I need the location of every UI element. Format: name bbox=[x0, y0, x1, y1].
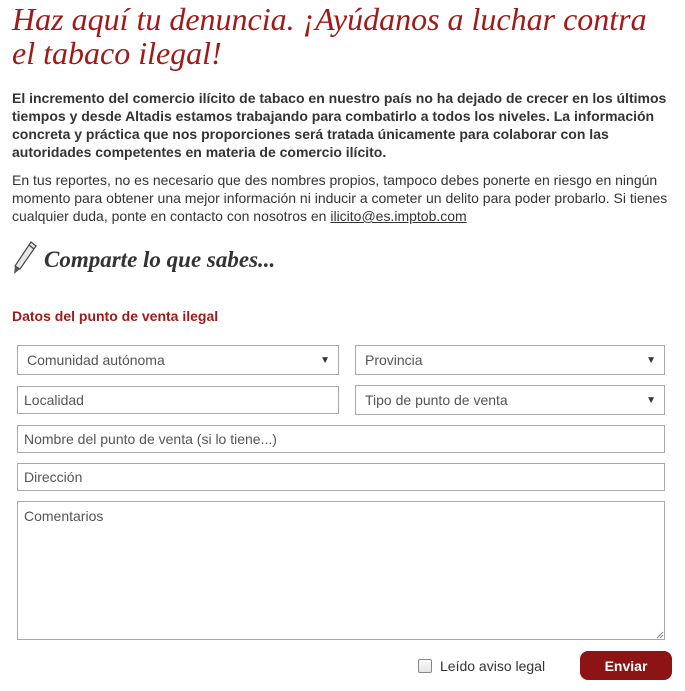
localidad-input[interactable] bbox=[17, 386, 339, 414]
section-title: Datos del punto de venta ilegal bbox=[12, 308, 219, 324]
resize-grip-icon[interactable] bbox=[656, 631, 664, 639]
tipo-select-value: Tipo de punto de venta bbox=[365, 392, 508, 408]
share-heading: Comparte lo que sabes... bbox=[12, 240, 275, 280]
page-title: Haz aquí tu denuncia. ¡Ayúdanos a luchar… bbox=[12, 1, 647, 71]
nombre-punto-venta-input[interactable] bbox=[17, 425, 665, 453]
pencil-icon bbox=[12, 240, 38, 281]
comentarios-textarea[interactable] bbox=[17, 501, 665, 640]
comunidad-select-value: Comunidad autónoma bbox=[27, 352, 165, 368]
legal-notice-row[interactable]: Leído aviso legal bbox=[418, 657, 545, 675]
legal-label: Leído aviso legal bbox=[440, 658, 546, 674]
direccion-input[interactable] bbox=[17, 463, 665, 491]
intro-paragraph: En tus reportes, no es necesario que des… bbox=[12, 171, 680, 225]
chevron-down-icon: ▼ bbox=[320, 354, 330, 366]
provincia-select-value: Provincia bbox=[365, 352, 423, 368]
send-button[interactable]: Enviar bbox=[580, 651, 672, 680]
legal-checkbox[interactable] bbox=[418, 659, 432, 673]
chevron-down-icon: ▼ bbox=[646, 394, 656, 406]
intro-bold-paragraph: El incremento del comercio ilícito de ta… bbox=[12, 90, 667, 160]
provincia-select[interactable]: Provincia ▼ bbox=[355, 345, 665, 375]
tipo-punto-venta-select[interactable]: Tipo de punto de venta ▼ bbox=[355, 385, 665, 415]
contact-email-link[interactable]: ilicito@es.imptob.com bbox=[330, 208, 466, 224]
share-title: Comparte lo que sabes... bbox=[44, 247, 276, 272]
chevron-down-icon: ▼ bbox=[646, 354, 656, 366]
comunidad-select[interactable]: Comunidad autónoma ▼ bbox=[17, 345, 339, 375]
